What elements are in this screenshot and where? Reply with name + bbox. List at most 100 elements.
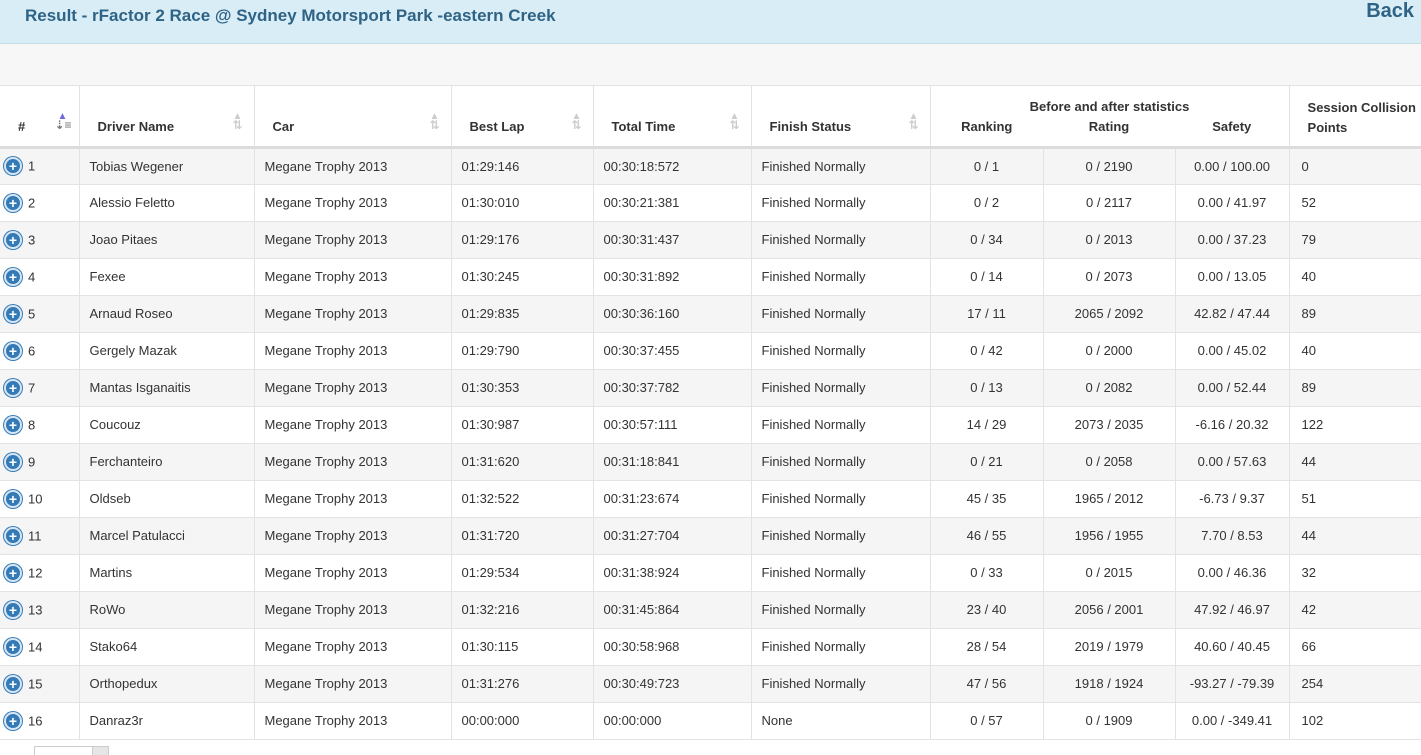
expand-row-icon[interactable]: + <box>4 526 22 545</box>
expand-row-icon[interactable]: + <box>4 563 22 582</box>
column-header-driver[interactable]: Driver Name ▲ ⇅ <box>79 86 255 149</box>
position-value: 11 <box>28 528 42 543</box>
column-header-collision-points: Session Collision Points <box>1289 86 1421 149</box>
safety-cell: 42.82 / 47.44 <box>1175 295 1290 333</box>
collision-points-cell: 254 <box>1289 665 1421 703</box>
collision-points-cell: 102 <box>1289 702 1421 740</box>
table-row: +6 Gergely Mazak Megane Trophy 2013 01:29:7… <box>0 332 1421 370</box>
car-cell: Megane Trophy 2013 <box>254 554 452 592</box>
sort-icon[interactable]: ▲ ⇅ <box>569 111 585 134</box>
ranking-cell: 0 / 13 <box>930 369 1044 407</box>
driver-name-cell: Danraz3r <box>79 702 255 740</box>
finish-status-cell: Finished Normally <box>751 517 931 555</box>
safety-cell: 0.00 / 52.44 <box>1175 369 1290 407</box>
expand-row-icon[interactable]: + <box>4 711 22 730</box>
total-time-cell: 00:30:31:892 <box>593 258 752 296</box>
page-size-select[interactable] <box>34 746 109 755</box>
finish-status-cell: Finished Normally <box>751 665 931 703</box>
best-lap-cell: 01:30:010 <box>451 184 594 222</box>
driver-name-cell: Marcel Patulacci <box>79 517 255 555</box>
total-time-cell: 00:30:21:381 <box>593 184 752 222</box>
expand-row-icon[interactable]: + <box>4 341 22 360</box>
position-value: 10 <box>28 491 43 506</box>
rating-cell: 2019 / 1979 <box>1043 628 1176 666</box>
position-cell: +12 <box>0 554 80 592</box>
best-lap-cell: 01:30:245 <box>451 258 594 296</box>
safety-cell: 0.00 / 57.63 <box>1175 443 1290 481</box>
ranking-cell: 45 / 35 <box>930 480 1044 518</box>
column-header-total-time[interactable]: Total Time ▲ ⇅ <box>593 86 752 149</box>
sort-icon[interactable]: ▲ ⇅ <box>906 111 922 134</box>
best-lap-cell: 01:29:176 <box>451 221 594 259</box>
total-time-cell: 00:31:27:704 <box>593 517 752 555</box>
position-cell: +6 <box>0 332 80 370</box>
expand-row-icon[interactable]: + <box>4 378 22 397</box>
driver-name-cell: Tobias Wegener <box>79 147 255 185</box>
rating-cell: 0 / 2082 <box>1043 369 1176 407</box>
table-row: +5 Arnaud Roseo Megane Trophy 2013 01:29:83… <box>0 295 1421 333</box>
expand-row-icon[interactable]: + <box>4 193 22 212</box>
driver-name-cell: Ferchanteiro <box>79 443 255 481</box>
column-header-position[interactable]: # ▲ ⇣≡ <box>0 86 80 149</box>
table-row: +1 Tobias Wegener Megane Trophy 2013 01:29:… <box>0 147 1421 185</box>
safety-cell: 0.00 / 37.23 <box>1175 221 1290 259</box>
position-value: 13 <box>28 602 43 617</box>
finish-status-cell: Finished Normally <box>751 480 931 518</box>
ranking-cell: 0 / 34 <box>930 221 1044 259</box>
safety-cell: -6.16 / 20.32 <box>1175 406 1290 444</box>
safety-cell: 0.00 / -349.41 <box>1175 702 1290 740</box>
finish-status-cell: Finished Normally <box>751 258 931 296</box>
rating-cell: 1956 / 1955 <box>1043 517 1176 555</box>
ranking-cell: 0 / 21 <box>930 443 1044 481</box>
results-table: # ▲ ⇣≡ Driver Name ▲ ⇅ Car ▲ ⇅ Best Lap ▲ ⇅ … <box>0 86 1421 740</box>
expand-row-icon[interactable]: + <box>4 637 22 656</box>
column-header-safety: Safety <box>1175 114 1290 149</box>
expand-row-icon[interactable]: + <box>4 415 22 434</box>
collision-points-cell: 52 <box>1289 184 1421 222</box>
expand-row-icon[interactable]: + <box>4 452 22 471</box>
driver-name-cell: Stako64 <box>79 628 255 666</box>
sort-icon[interactable]: ▲ ⇅ <box>230 111 246 134</box>
ranking-cell: 0 / 1 <box>930 147 1044 185</box>
position-value: 7 <box>28 380 36 395</box>
column-header-ranking: Ranking <box>930 114 1043 149</box>
ranking-cell: 46 / 55 <box>930 517 1044 555</box>
driver-name-cell: Mantas Isganaitis <box>79 369 255 407</box>
position-value: 15 <box>28 676 43 691</box>
column-header-car[interactable]: Car ▲ ⇅ <box>254 86 452 149</box>
expand-row-icon[interactable]: + <box>4 267 22 286</box>
sort-icon[interactable]: ▲ ⇅ <box>727 111 743 134</box>
finish-status-cell: Finished Normally <box>751 221 931 259</box>
ranking-cell: 0 / 42 <box>930 332 1044 370</box>
expand-row-icon[interactable]: + <box>4 600 22 619</box>
column-label-total-time: Total Time <box>611 118 676 134</box>
ranking-cell: 47 / 56 <box>930 665 1044 703</box>
expand-row-icon[interactable]: + <box>4 230 22 249</box>
sort-ascending-icon[interactable]: ▲ ⇣≡ <box>55 111 72 134</box>
car-cell: Megane Trophy 2013 <box>254 406 452 444</box>
best-lap-cell: 01:31:620 <box>451 443 594 481</box>
finish-status-cell: Finished Normally <box>751 406 931 444</box>
expand-row-icon[interactable]: + <box>4 304 22 323</box>
column-header-best-lap[interactable]: Best Lap ▲ ⇅ <box>451 86 594 149</box>
table-row: +16 Danraz3r Megane Trophy 2013 00:00:000 00… <box>0 702 1421 740</box>
total-time-cell: 00:31:18:841 <box>593 443 752 481</box>
sort-icon[interactable]: ▲ ⇅ <box>427 111 443 134</box>
dropdown-button[interactable] <box>92 747 108 755</box>
total-time-cell: 00:00:000 <box>593 702 752 740</box>
column-header-finish-status[interactable]: Finish Status ▲ ⇅ <box>751 86 931 149</box>
driver-name-cell: Coucouz <box>79 406 255 444</box>
driver-name-cell: Arnaud Roseo <box>79 295 255 333</box>
ranking-cell: 14 / 29 <box>930 406 1044 444</box>
best-lap-cell: 01:32:216 <box>451 591 594 629</box>
expand-row-icon[interactable]: + <box>4 674 22 693</box>
total-time-cell: 00:30:37:455 <box>593 332 752 370</box>
expand-row-icon[interactable]: + <box>4 489 22 508</box>
expand-row-icon[interactable]: + <box>4 157 22 175</box>
back-link[interactable]: Back <box>1366 0 1414 23</box>
total-time-cell: 00:31:38:924 <box>593 554 752 592</box>
driver-name-cell: RoWo <box>79 591 255 629</box>
finish-status-cell: None <box>751 702 931 740</box>
rating-cell: 1918 / 1924 <box>1043 665 1176 703</box>
rating-cell: 0 / 1909 <box>1043 702 1176 740</box>
